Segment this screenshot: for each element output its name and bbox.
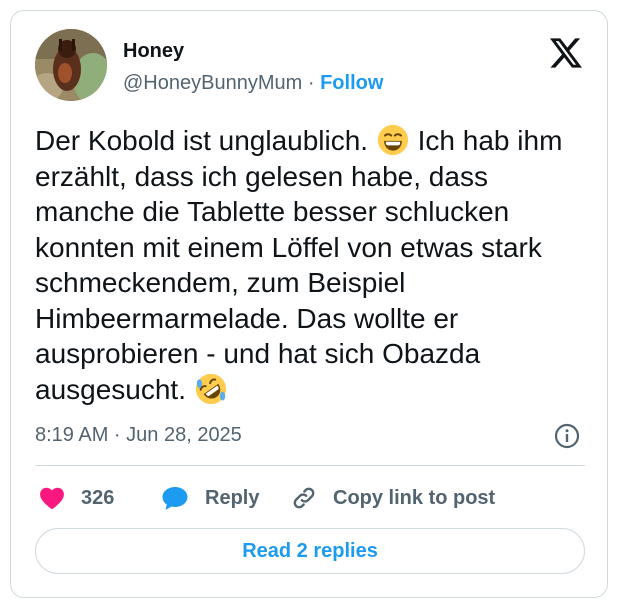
tweet-text-part2: Ich hab ihm erzählt, dass ich gelesen ha… xyxy=(35,125,571,405)
rolling-on-floor-laughing-emoji xyxy=(195,373,226,404)
speech-bubble-icon xyxy=(162,487,188,510)
tweet-text-part1: Der Kobold ist unglaublich. xyxy=(35,125,376,156)
like-button[interactable]: 326 xyxy=(39,483,114,513)
avatar[interactable] xyxy=(35,29,107,101)
author-handle[interactable]: @HoneyBunnyMum xyxy=(123,72,302,94)
author-name[interactable]: Honey xyxy=(123,39,184,63)
handle-row: @HoneyBunnyMum · Follow xyxy=(123,71,383,95)
read-replies-button[interactable]: Read 2 replies xyxy=(35,528,585,574)
grinning-squinting-face-emoji xyxy=(377,124,408,156)
info-icon[interactable] xyxy=(554,423,580,449)
like-count: 326 xyxy=(81,486,115,509)
divider xyxy=(35,465,585,466)
tweet-card: Honey @HoneyBunnyMum · Follow Der Kobold… xyxy=(10,10,608,598)
avatar-photo xyxy=(35,29,107,101)
tweet-text: Der Kobold ist unglaublich. Ich hab ihm … xyxy=(35,123,595,407)
follow-button[interactable]: Follow xyxy=(320,72,383,94)
link-icon xyxy=(293,487,315,509)
heart-icon xyxy=(40,487,64,510)
x-logo-icon[interactable] xyxy=(550,38,582,68)
copy-link-button[interactable]: Copy link to post xyxy=(291,483,495,513)
reply-label: Reply xyxy=(205,486,260,509)
copy-link-label: Copy link to post xyxy=(333,486,496,509)
timestamp[interactable]: 8:19 AM · Jun 28, 2025 xyxy=(35,423,242,447)
separator-dot: · xyxy=(307,72,315,94)
reply-button[interactable]: Reply xyxy=(161,483,259,513)
